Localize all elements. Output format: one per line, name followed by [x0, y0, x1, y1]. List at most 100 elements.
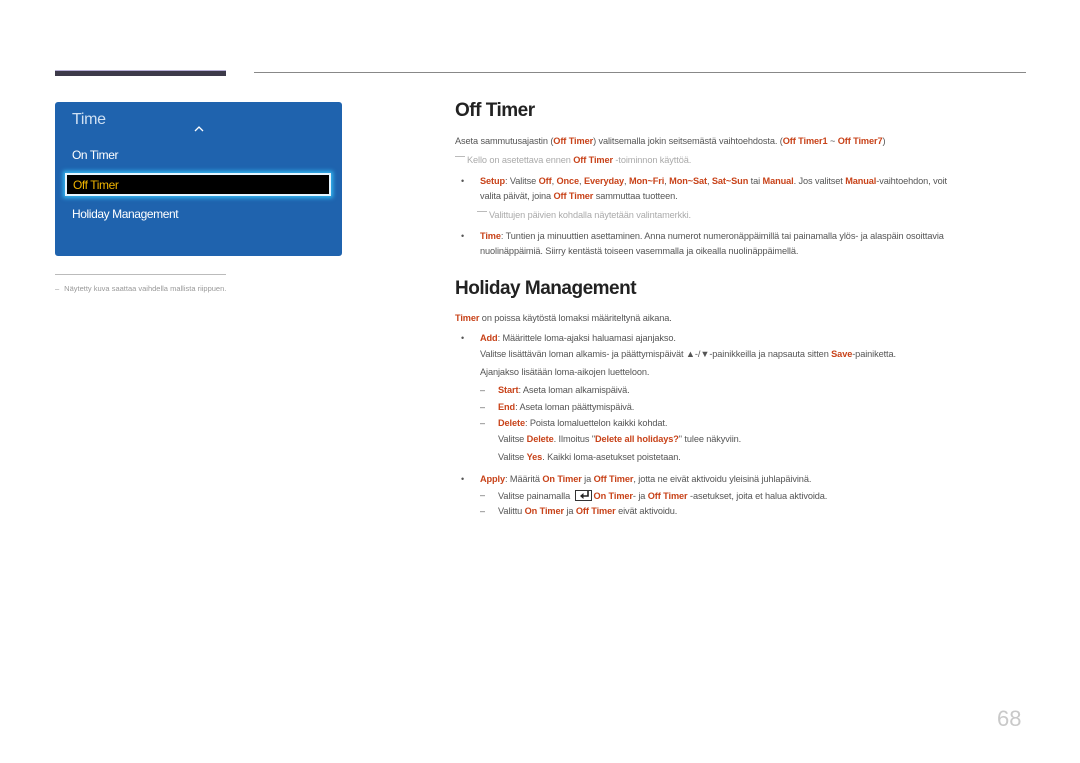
text: Valittujen päivien kohdalla näytetään va…	[489, 210, 691, 220]
text: -vaihtoehdon, voit	[876, 176, 947, 186]
text: Kello on asetettava ennen	[467, 155, 574, 165]
bullet: •	[461, 474, 465, 484]
keyword: Off Timer	[575, 506, 616, 516]
text: , jotta ne eivät aktivoidu yleisinä juhl…	[633, 474, 812, 484]
keyword: On Timer	[593, 491, 633, 501]
dash: –	[480, 402, 486, 412]
keyword: Sat~Sun	[711, 176, 749, 186]
text: ja	[581, 474, 594, 484]
add-line-1: Add: Määrittele loma-ajaksi haluamasi aj…	[480, 333, 676, 343]
keyword: Everyday	[583, 176, 625, 186]
apply-sub-2: Valittu On Timer ja Off Timer eivät akti…	[498, 506, 677, 516]
text: Valitse painamalla	[498, 491, 573, 501]
keyword: Start	[498, 385, 519, 395]
text: ~	[827, 136, 838, 146]
text: eivät aktivoidu.	[615, 506, 678, 516]
text: . Ilmoitus "	[553, 434, 596, 444]
menu-item-holiday-management[interactable]: Holiday Management	[72, 207, 179, 221]
text: on poissa käytöstä lomaksi määriteltynä …	[479, 313, 672, 323]
time-line-2: nuolinäppäimiä. Siirry kentästä toiseen …	[480, 246, 799, 256]
page-number: 68	[997, 706, 1022, 731]
text: . Kaikki loma-asetukset poistetaan.	[542, 452, 681, 462]
footnote-dash: –	[55, 284, 60, 293]
text: ) valitsemalla jokin seitsemästä vaihtoe…	[593, 136, 783, 146]
apply-sub-1: Valitse painamalla On Timer- ja Off Time…	[498, 490, 827, 501]
text: ja	[563, 506, 576, 516]
setup-line-2: valita päivät, joina Off Timer sammuttaa…	[480, 191, 678, 201]
keyword: Manual	[845, 176, 877, 186]
text: tai	[748, 176, 763, 186]
text: : Tuntien ja minuuttien asettaminen. Ann…	[500, 231, 944, 241]
add-line-3: Ajanjakso lisätään loma-aikojen luettelo…	[480, 367, 650, 377]
text: -toiminnon käyttöä.	[612, 155, 692, 165]
text: )	[882, 136, 886, 146]
dash: –	[480, 490, 486, 500]
keyword: Off Timer	[553, 136, 594, 146]
keyword: Apply	[480, 474, 506, 484]
keyword: Off Timer	[553, 191, 594, 201]
bullet: •	[461, 176, 465, 186]
delete-line-3: Valitse Yes. Kaikki loma-asetukset poist…	[498, 452, 681, 462]
bullet: •	[461, 333, 465, 343]
keyword: On Timer	[542, 474, 582, 484]
footnote-rule	[55, 274, 226, 275]
time-menu-panel: Time On Timer Off Timer Holiday Manageme…	[55, 102, 342, 256]
off-timer-note: Kello on asetettava ennen Off Timer -toi…	[455, 155, 691, 165]
off-timer-intro: Aseta sammutusajastin (Off Timer) valits…	[455, 136, 886, 146]
text: Valittu	[498, 506, 525, 516]
enter-key-icon	[574, 490, 592, 501]
text: : Määrittele loma-ajaksi haluamasi ajanj…	[497, 333, 676, 343]
text: Aseta sammutusajastin (	[455, 136, 554, 146]
menu-item-label: Off Timer	[73, 178, 119, 192]
keyword: Once	[556, 176, 580, 186]
keyword: Off Timer1	[782, 136, 828, 146]
setup-note: Valittujen päivien kohdalla näytetään va…	[477, 210, 691, 220]
keyword: Save	[831, 349, 853, 359]
keyword: Delete all holidays?	[595, 434, 679, 444]
text: " tulee näkyviin.	[678, 434, 742, 444]
footnote-text: Näytetty kuva saattaa vaihdella mallista…	[64, 284, 227, 293]
text: : Aseta loman alkamispäivä.	[518, 385, 630, 395]
text: sammuttaa tuotteen.	[593, 191, 678, 201]
holiday-intro: Timer on poissa käytöstä lomaksi määrite…	[455, 313, 672, 323]
menu-item-off-timer[interactable]: Off Timer	[65, 173, 331, 196]
keyword: Mon~Fri	[628, 176, 665, 186]
text: Valitse	[498, 434, 527, 444]
delete-item: Delete: Poista lomaluettelon kaikki kohd…	[498, 418, 667, 428]
apply-line-1: Apply: Määritä On Timer ja Off Timer, jo…	[480, 474, 811, 484]
text: Valitse lisättävän loman alkamis- ja pää…	[480, 349, 832, 359]
text: . Jos valitset	[793, 176, 846, 186]
text: - ja	[632, 491, 648, 501]
header-accent-bar	[55, 70, 226, 76]
text: : Poista lomaluettelon kaikki kohdat.	[524, 418, 668, 428]
chevron-up-icon[interactable]	[193, 124, 205, 134]
setup-line-1: Setup: Valitse Off, Once, Everyday, Mon~…	[480, 176, 947, 186]
keyword: Off	[538, 176, 552, 186]
keyword: Time	[480, 231, 501, 241]
add-line-2: Valitse lisättävän loman alkamis- ja pää…	[480, 349, 896, 359]
text: -asetukset, joita et halua aktivoida.	[687, 491, 828, 501]
dash: –	[480, 418, 486, 428]
dash: –	[480, 506, 486, 516]
keyword: Setup	[480, 176, 506, 186]
header-rule	[254, 72, 1026, 73]
keyword: Mon~Sat	[669, 176, 707, 186]
menu-title: Time	[72, 111, 106, 128]
bullet: •	[461, 231, 465, 241]
keyword: Delete	[498, 418, 525, 428]
text: : Määritä	[505, 474, 543, 484]
menu-item-on-timer[interactable]: On Timer	[72, 148, 119, 162]
text: Valitse	[498, 452, 527, 462]
keyword: End	[498, 402, 516, 412]
note-mark-icon	[477, 211, 487, 212]
keyword: Off Timer	[593, 474, 634, 484]
keyword: Timer	[455, 313, 480, 323]
text: : Valitse	[505, 176, 539, 186]
text: : Aseta loman päättymispäivä.	[515, 402, 635, 412]
time-line-1: Time: Tuntien ja minuuttien asettaminen.…	[480, 231, 944, 241]
text: -painiketta.	[852, 349, 896, 359]
keyword: Off Timer	[573, 155, 613, 165]
text: valita päivät, joina	[480, 191, 554, 201]
keyword: On Timer	[524, 506, 564, 516]
footnote: – Näytetty kuva saattaa vaihdella mallist…	[55, 284, 226, 293]
